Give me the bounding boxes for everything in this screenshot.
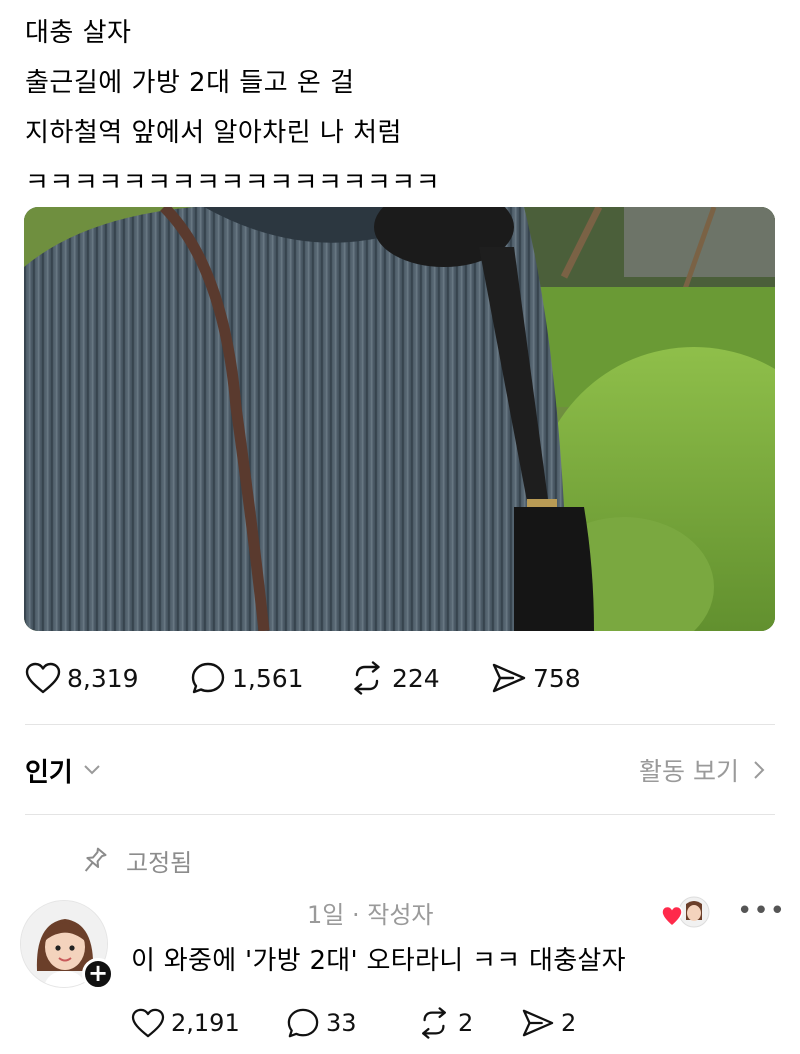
reply-share-button[interactable]: 2 [521,1008,611,1038]
divider [25,814,775,815]
reply-comment-count: 33 [326,1009,357,1037]
share-button[interactable]: 758 [491,662,591,694]
share-icon [522,1009,554,1037]
reply-share-count: 2 [561,1009,577,1037]
more-icon: ••• [737,896,787,926]
repost-icon [422,1007,446,1039]
share-count: 758 [533,663,581,693]
post-line: 지하철역 앞에서 알아차린 나 처럼 [25,118,402,148]
more-options-button[interactable]: ••• [737,896,786,926]
liked-by-author-badge [660,896,712,930]
post-photo[interactable] [24,207,775,631]
post-line: 대충 살자 [25,18,132,48]
view-activity-link[interactable]: 활동 보기 [639,752,765,788]
chevron-down-icon [84,765,100,775]
reply-repost-count: 2 [458,1009,474,1037]
like-button[interactable]: 8,319 [25,662,190,694]
post-line: 출근길에 가방 2대 들고 온 걸 [25,68,355,98]
post-actions: 8,319 1,561 224 758 [25,656,591,700]
divider [25,724,775,725]
chevron-right-icon [754,761,765,779]
reply-like-count: 2,191 [171,1009,240,1037]
repost-button[interactable]: 224 [348,661,491,695]
repost-count: 224 [392,663,440,693]
reply-avatar[interactable]: + [20,900,114,992]
reply-actions: 2,191 33 2 2 [131,1003,611,1043]
reply-comment-button[interactable]: 33 [286,1007,416,1039]
sort-row: 인기 활동 보기 [25,748,765,792]
follow-plus-button[interactable]: + [82,958,114,990]
repost-icon [354,661,380,695]
sort-dropdown[interactable]: 인기 [25,752,101,789]
pin-icon [84,847,107,872]
pinned-indicator: 고정됨 [80,843,192,878]
comment-count: 1,561 [232,663,304,693]
reply-meta: 1일 · 작성자 [307,901,434,929]
heart-icon [661,896,710,928]
reply-text: 이 와중에 '가방 2대' 오타라니 ㅋㅋ 대충살자 [131,946,626,976]
comment-icon [287,1008,319,1038]
view-activity-label: 활동 보기 [639,757,739,786]
comment-icon [191,662,225,694]
like-count: 8,319 [67,663,139,693]
share-icon [492,663,526,693]
plus-icon: + [87,959,109,987]
pinned-label: 고정됨 [126,849,193,877]
sort-label: 인기 [25,757,73,788]
heart-icon [25,662,61,694]
reply-like-button[interactable]: 2,191 [131,1008,286,1038]
photo-illustration [24,207,775,631]
heart-icon [131,1008,165,1038]
comment-button[interactable]: 1,561 [190,661,348,695]
reply-repost-button[interactable]: 2 [416,1007,521,1039]
post-line: ㅋㅋㅋㅋㅋㅋㅋㅋㅋㅋㅋㅋㅋㅋㅋㅋㅋ [25,168,441,198]
post-body: 대충 살자 출근길에 가방 2대 들고 온 걸 지하철역 앞에서 알아차린 나 … [25,8,785,208]
